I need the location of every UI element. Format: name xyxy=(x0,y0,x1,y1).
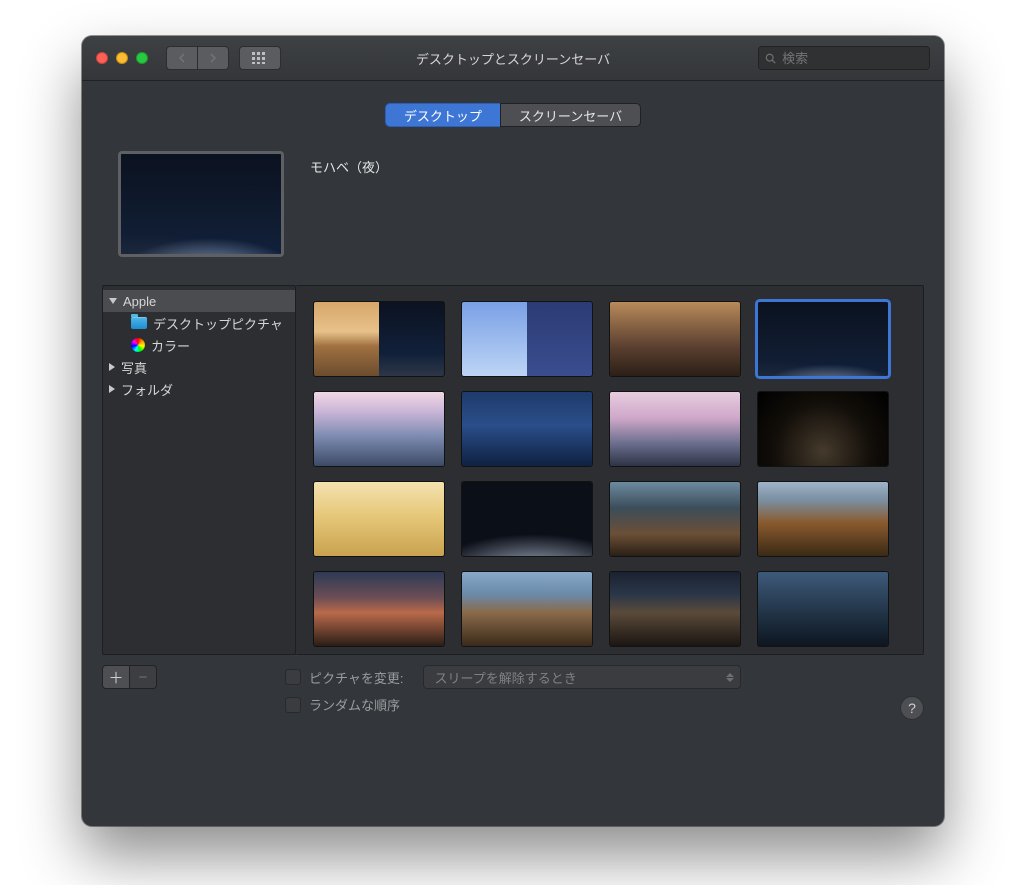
thumb-lake-blue[interactable] xyxy=(462,392,592,466)
traffic-lights xyxy=(82,52,148,64)
titlebar: デスクトップとスクリーンセーバ xyxy=(82,36,944,81)
source-colors-label: カラー xyxy=(151,336,190,355)
random-order-row: ランダムな順序 xyxy=(285,695,741,714)
disclosure-right-icon xyxy=(109,363,115,371)
nav-buttons xyxy=(166,46,281,70)
show-all-button[interactable] xyxy=(239,46,281,70)
source-list[interactable]: Apple デスクトップピクチャ カラー 写真 フォルダ xyxy=(102,285,296,655)
thumb-mojave-night[interactable] xyxy=(758,302,888,376)
colorwheel-icon xyxy=(131,338,145,352)
search-icon xyxy=(765,52,776,65)
add-folder-button[interactable]: ＋ xyxy=(103,666,130,688)
minimize-icon[interactable] xyxy=(116,52,128,64)
source-apple[interactable]: Apple xyxy=(103,290,295,312)
thumb-elcap-dusk[interactable] xyxy=(610,572,740,646)
thumb-dune-dark[interactable] xyxy=(462,482,592,556)
close-icon[interactable] xyxy=(96,52,108,64)
grid-icon xyxy=(252,52,268,64)
updown-icon xyxy=(726,673,734,682)
thumb-mojave-day[interactable] xyxy=(610,302,740,376)
tab-bar: デスクトップ スクリーンセーバ xyxy=(82,103,944,127)
thumb-gradient-dynamic[interactable] xyxy=(462,302,592,376)
source-photos-label: 写真 xyxy=(121,358,147,377)
source-desktop-pictures[interactable]: デスクトップピクチャ xyxy=(103,312,295,334)
random-order-checkbox[interactable] xyxy=(285,697,301,713)
zoom-icon[interactable] xyxy=(136,52,148,64)
change-options: ピクチャを変更: スリープを解除するとき ランダムな順序 xyxy=(285,665,741,714)
add-remove-group: ＋ − xyxy=(102,665,157,689)
thumb-sierra-day[interactable] xyxy=(462,572,592,646)
help-button[interactable]: ? xyxy=(900,696,924,720)
change-interval-value: スリープを解除するとき xyxy=(434,668,576,687)
thumb-rock-spires[interactable] xyxy=(610,482,740,556)
chevron-left-icon xyxy=(177,53,187,63)
tab-desktop[interactable]: デスクトップ xyxy=(385,103,500,127)
tab-screensaver[interactable]: スクリーンセーバ xyxy=(500,103,641,127)
thumb-dunes-light[interactable] xyxy=(314,482,444,556)
forward-button[interactable] xyxy=(197,46,229,70)
preview-row: モハベ（夜） xyxy=(118,151,944,257)
source-apple-label: Apple xyxy=(123,294,156,309)
thumb-desert-dawn[interactable] xyxy=(314,392,444,466)
thumb-autumn-mountain[interactable] xyxy=(758,482,888,556)
thumb-mono-tufa[interactable] xyxy=(610,392,740,466)
source-folders[interactable]: フォルダ xyxy=(103,378,295,400)
chevron-right-icon xyxy=(208,53,218,63)
source-desktop-pictures-label: デスクトップピクチャ xyxy=(153,314,283,333)
mojave-night-image xyxy=(121,154,281,254)
footer-controls: ＋ − ピクチャを変更: スリープを解除するとき ランダムな順序 ? xyxy=(102,665,924,714)
remove-folder-button: − xyxy=(130,666,156,688)
source-photos[interactable]: 写真 xyxy=(103,356,295,378)
source-folders-label: フォルダ xyxy=(121,380,173,399)
content-split: Apple デスクトップピクチャ カラー 写真 フォルダ xyxy=(102,285,924,655)
thumb-mojave-dynamic[interactable] xyxy=(314,302,444,376)
change-interval-popup[interactable]: スリープを解除するとき xyxy=(423,665,741,689)
thumb-sierra-sunrise[interactable] xyxy=(314,572,444,646)
thumbnail-grid-wrap[interactable] xyxy=(296,285,924,655)
wallpaper-preview xyxy=(118,151,284,257)
change-picture-row: ピクチャを変更: スリープを解除するとき xyxy=(285,665,741,689)
thumb-night-trees[interactable] xyxy=(758,392,888,466)
random-order-label: ランダムな順序 xyxy=(309,695,400,714)
thumb-yosemite-blue[interactable] xyxy=(758,572,888,646)
search-input[interactable] xyxy=(780,50,929,67)
source-colors[interactable]: カラー xyxy=(103,334,295,356)
change-picture-checkbox[interactable] xyxy=(285,669,301,685)
wallpaper-name: モハベ（夜） xyxy=(310,157,388,176)
disclosure-right-icon xyxy=(109,385,115,393)
back-button[interactable] xyxy=(166,46,197,70)
folder-icon xyxy=(131,317,147,329)
thumbnail-grid xyxy=(314,302,905,646)
disclosure-down-icon xyxy=(109,298,117,304)
prefs-window: デスクトップとスクリーンセーバ デスクトップ スクリーンセーバ モハベ（夜） A… xyxy=(82,36,944,826)
search-field[interactable] xyxy=(758,46,930,70)
change-picture-label: ピクチャを変更: xyxy=(309,668,403,687)
